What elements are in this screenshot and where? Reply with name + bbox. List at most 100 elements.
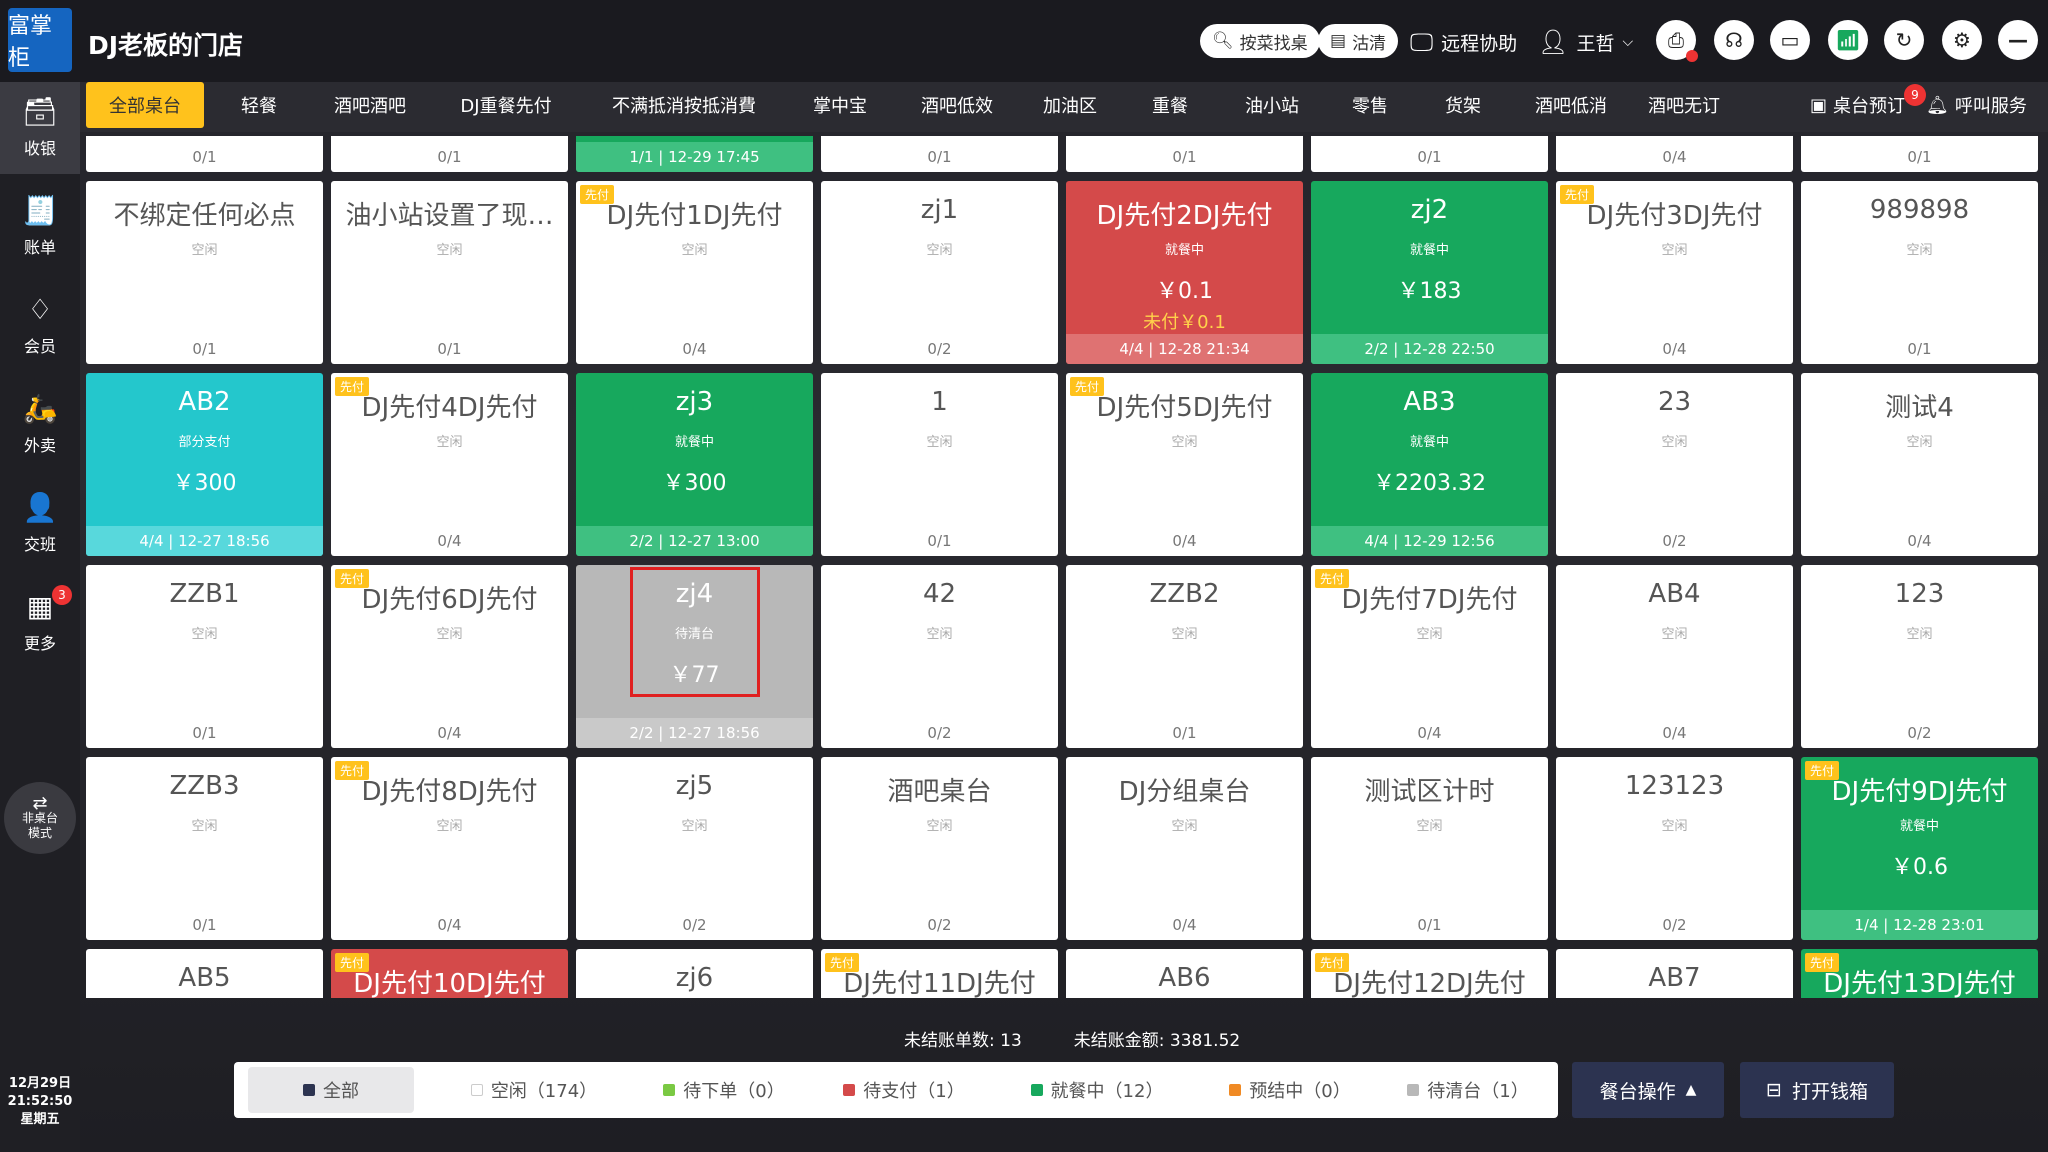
table-card[interactable]: zj4 待清台 ￥77 2/2 | 12-27 18:56 <box>576 565 813 748</box>
table-card[interactable]: AB4 空闲 0/4 <box>1556 565 1793 748</box>
area-tab-5[interactable]: 掌中宝 <box>788 82 892 128</box>
status-filter-1[interactable]: 空闲（174） <box>444 1062 624 1118</box>
call-service-button[interactable]: 🔔︎ 呼叫服务 <box>1926 82 2027 128</box>
table-card-partial[interactable]: 0/1 <box>1801 136 2038 172</box>
non-table-mode-button[interactable]: ⇄ 非桌台 模式 <box>4 782 76 854</box>
sidebar-item-0[interactable]: 🗃 收银 <box>0 82 80 174</box>
area-tab-9[interactable]: 油小站 <box>1222 82 1322 128</box>
table-card[interactable]: ZZB3 空闲 0/1 <box>86 757 323 940</box>
table-card[interactable]: zj2 就餐中 ￥183 2/2 | 12-28 22:50 <box>1311 181 1548 364</box>
table-card[interactable]: 先付 DJ先付7DJ先付 空闲 0/4 <box>1311 565 1548 748</box>
table-card[interactable]: 测试区计时 空闲 0/1 <box>1311 757 1548 940</box>
table-name: ZZB2 <box>1149 579 1220 609</box>
table-card[interactable]: ZZB2 空闲 0/1 <box>1066 565 1303 748</box>
table-card[interactable]: 先付 DJ先付9DJ先付 就餐中 ￥0.6 1/4 | 12-28 23:01 <box>1801 757 2038 940</box>
table-card[interactable]: 不绑定任何必点 空闲 0/1 <box>86 181 323 364</box>
table-card[interactable]: AB2 部分支付 ￥300 4/4 | 12-27 18:56 <box>86 373 323 556</box>
table-card-partial[interactable]: AB5 <box>86 949 323 998</box>
area-tab-1[interactable]: 轻餐 <box>210 82 308 128</box>
table-card-partial[interactable]: 先付 DJ先付10DJ先付 <box>331 949 568 998</box>
table-card-partial[interactable]: AB7 <box>1556 949 1793 998</box>
table-card-partial[interactable]: zj6 <box>576 949 813 998</box>
status-filter-5[interactable]: 预结中（0） <box>1202 1062 1378 1118</box>
table-card[interactable]: 989898 空闲 0/1 <box>1801 181 2038 364</box>
table-card-partial[interactable]: 0/1 <box>1311 136 1548 172</box>
sidebar-item-3[interactable]: 🛵 外卖 <box>0 379 80 471</box>
table-card[interactable]: 先付 DJ先付4DJ先付 空闲 0/4 <box>331 373 568 556</box>
sidebar-item-4[interactable]: 👤 交班 <box>0 478 80 570</box>
table-card[interactable]: zj3 就餐中 ￥300 2/2 | 12-27 13:00 <box>576 373 813 556</box>
table-card-partial[interactable]: 0/1 <box>821 136 1058 172</box>
table-operations-button[interactable]: 餐台操作 ▲ <box>1572 1062 1724 1118</box>
table-card[interactable]: AB3 就餐中 ￥2203.32 4/4 | 12-29 12:56 <box>1311 373 1548 556</box>
area-tab-2[interactable]: 酒吧酒吧 <box>314 82 426 128</box>
table-card-partial[interactable]: 0/1 <box>86 136 323 172</box>
table-card[interactable]: 先付 DJ先付5DJ先付 空闲 0/4 <box>1066 373 1303 556</box>
area-tab-4[interactable]: 不满抵消按抵消費 <box>586 82 782 128</box>
area-tab-6[interactable]: 酒吧低效 <box>898 82 1016 128</box>
area-tab-7[interactable]: 加油区 <box>1022 82 1118 128</box>
table-name: 不绑定任何必点 <box>113 201 296 231</box>
call-service-label: 呼叫服务 <box>1954 96 2027 117</box>
area-tab-13[interactable]: 酒吧无订 <box>1634 82 1730 128</box>
table-card[interactable]: 42 空闲 0/2 <box>821 565 1058 748</box>
table-card[interactable]: 23 空闲 0/2 <box>1556 373 1793 556</box>
status-filter-3[interactable]: 待支付（1） <box>814 1062 994 1118</box>
support-button[interactable]: ☊ <box>1714 20 1754 60</box>
search-dish-button[interactable]: 🔍︎ 按菜找桌 <box>1200 24 1320 58</box>
open-cash-drawer-button[interactable]: ⊟ 打开钱箱 <box>1740 1062 1894 1118</box>
sidebar-item-2[interactable]: ♢ 会员 <box>0 280 80 372</box>
area-tab-3[interactable]: DJ重餐先付 <box>432 82 580 128</box>
table-card[interactable]: DJ分组桌台 空闲 0/4 <box>1066 757 1303 940</box>
table-name: 42 <box>922 579 957 609</box>
minimize-button[interactable]: — <box>1998 20 2038 60</box>
table-card[interactable]: 油小站设置了现… 空闲 0/1 <box>331 181 568 364</box>
table-card[interactable]: 1 空闲 0/1 <box>821 373 1058 556</box>
table-card-partial[interactable]: 0/1 <box>331 136 568 172</box>
table-card[interactable]: zj1 空闲 0/2 <box>821 181 1058 364</box>
status-filter-4[interactable]: 就餐中（12） <box>1002 1062 1192 1118</box>
table-card[interactable]: 123 空闲 0/2 <box>1801 565 2038 748</box>
status-filter-6[interactable]: 待清台（1） <box>1388 1062 1548 1118</box>
table-card-partial[interactable]: 1/1 | 12-29 17:45 <box>576 136 813 172</box>
area-tab-11[interactable]: 货架 <box>1418 82 1508 128</box>
status-filter-0[interactable]: 全部 <box>248 1067 414 1113</box>
table-card[interactable]: DJ先付2DJ先付 就餐中 ￥0.1 未付￥0.1 4/4 | 12-28 21:34 <box>1066 181 1303 364</box>
sidebar-item-1[interactable]: 🧾 账单 <box>0 181 80 273</box>
sold-out-button[interactable]: ▤ 沽清 <box>1318 24 1399 58</box>
table-card[interactable]: 先付 DJ先付1DJ先付 空闲 0/4 <box>576 181 813 364</box>
table-card[interactable]: 先付 DJ先付3DJ先付 空闲 0/4 <box>1556 181 1793 364</box>
settings-button[interactable]: ⚙ <box>1942 20 1982 60</box>
wifi-button[interactable]: 📶︎ <box>1828 20 1868 60</box>
area-tab-8[interactable]: 重餐 <box>1124 82 1216 128</box>
remote-assist-button[interactable]: 🖵 远程协助 <box>1410 28 1517 56</box>
table-card[interactable]: 先付 DJ先付6DJ先付 空闲 0/4 <box>331 565 568 748</box>
table-status: 就餐中 <box>1409 243 1449 258</box>
area-tab-0[interactable]: 全部桌台 <box>86 82 204 128</box>
table-reservation-button[interactable]: ▣ 桌台预订 9 <box>1810 82 1926 128</box>
sidebar-item-5[interactable]: ▦ 更多 3 <box>0 577 80 669</box>
table-card[interactable]: 酒吧桌台 空闲 0/2 <box>821 757 1058 940</box>
status-color-swatch <box>470 1084 483 1096</box>
user-menu[interactable]: 👤︎ 王哲 ⌵ <box>1538 28 1633 56</box>
sold-out-label: 沽清 <box>1352 33 1387 54</box>
refresh-button[interactable]: ↻ <box>1884 20 1924 60</box>
table-card[interactable]: zj5 空闲 0/2 <box>576 757 813 940</box>
table-card[interactable]: 测试4 空闲 0/4 <box>1801 373 2038 556</box>
status-filter-2[interactable]: 待下单（0） <box>644 1062 804 1118</box>
display-button[interactable]: ▭ <box>1770 20 1810 60</box>
table-card[interactable]: ZZB1 空闲 0/1 <box>86 565 323 748</box>
table-card[interactable]: 123123 空闲 0/2 <box>1556 757 1793 940</box>
status-filter-label: 待支付（1） <box>863 1081 965 1102</box>
table-card[interactable]: 先付 DJ先付8DJ先付 空闲 0/4 <box>331 757 568 940</box>
table-card-partial[interactable]: 0/1 <box>1066 136 1303 172</box>
table-card-partial[interactable]: 先付 DJ先付11DJ先付 <box>821 949 1058 998</box>
table-footer: 0/4 <box>437 532 462 550</box>
area-tab-10[interactable]: 零售 <box>1328 82 1412 128</box>
table-card-partial[interactable]: 0/4 <box>1556 136 1793 172</box>
table-card-partial[interactable]: 先付 DJ先付12DJ先付 <box>1311 949 1548 998</box>
table-card-partial[interactable]: 先付 DJ先付13DJ先付 <box>1801 949 2038 998</box>
table-card-partial[interactable]: AB6 <box>1066 949 1303 998</box>
area-tab-12[interactable]: 酒吧低消 <box>1514 82 1628 128</box>
printer-button[interactable]: ⎙ <box>1656 20 1698 62</box>
